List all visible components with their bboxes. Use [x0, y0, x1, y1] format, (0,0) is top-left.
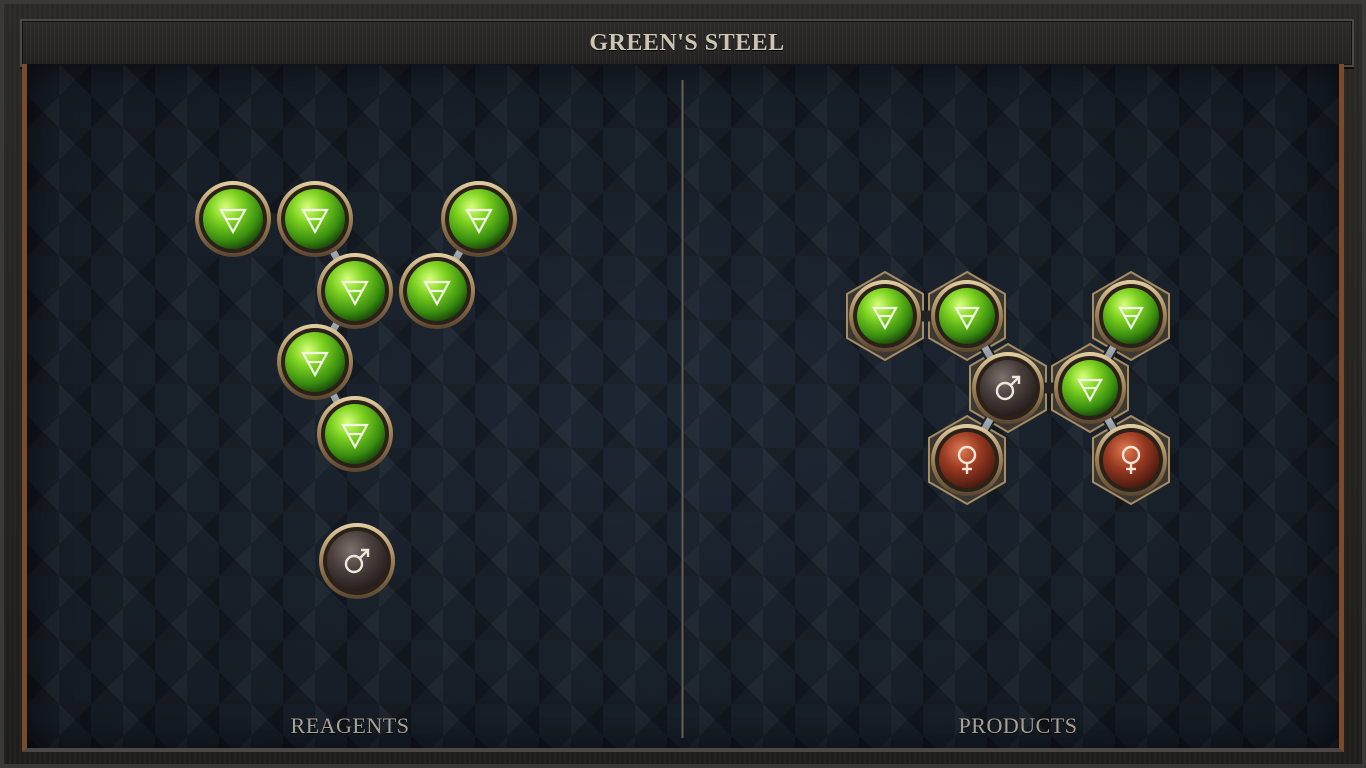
earth-atom[interactable] — [277, 324, 353, 400]
earth-atom — [849, 280, 921, 352]
earth-atom — [1095, 280, 1167, 352]
earth-atom[interactable] — [441, 181, 517, 257]
earth-atom[interactable] — [317, 253, 393, 329]
venus-atom — [1095, 424, 1167, 496]
reagent-earth-molecule[interactable] — [195, 181, 517, 472]
molecule-canvas — [195, 181, 1170, 599]
reagents-label: REAGENTS — [290, 713, 410, 738]
reagent-mars-atom[interactable] — [319, 523, 395, 599]
products-label: PRODUCTS — [958, 713, 1078, 738]
product-greens-steel-molecule[interactable] — [846, 270, 1170, 506]
venus-atom — [931, 424, 1003, 496]
mars-atom — [972, 352, 1044, 424]
earth-atom[interactable] — [195, 181, 271, 257]
earth-atom[interactable] — [317, 396, 393, 472]
earth-atom[interactable] — [277, 181, 353, 257]
earth-atom — [931, 280, 1003, 352]
earth-atom — [1054, 352, 1126, 424]
earth-atom[interactable] — [399, 253, 475, 329]
